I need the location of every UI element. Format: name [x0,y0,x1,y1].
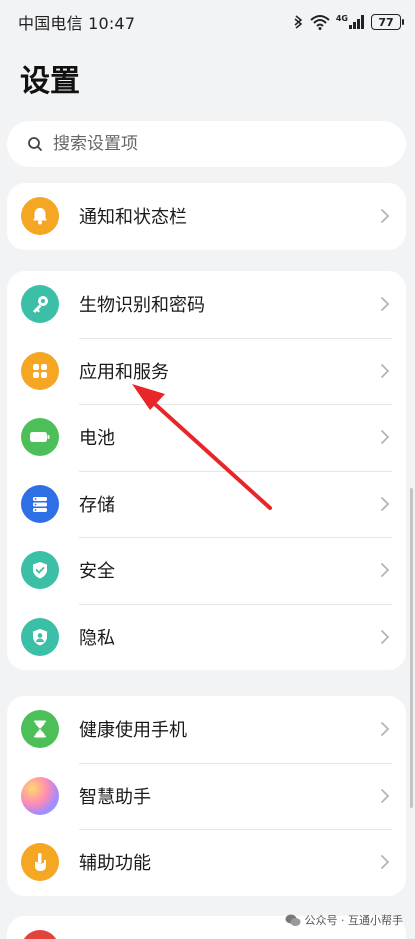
settings-item-label: 通知和状态栏 [79,207,187,229]
settings-group-assist: 健康使用手机 智慧助手 辅助功能 [7,696,406,896]
settings-item-label: 安全 [79,561,115,583]
settings-item-label: 应用和服务 [79,361,169,383]
wechat-icon [285,914,300,926]
partial-app-icon [21,930,59,939]
key-icon [21,285,59,324]
settings-item-label: 辅助功能 [79,853,151,875]
settings-item-digital-balance[interactable]: 健康使用手机 [7,696,406,763]
chevron-right-icon [381,496,390,511]
vibrate-icon [294,15,303,29]
settings-item-label: 智慧助手 [79,786,151,808]
watermark-text: 公众号 · 互通小帮手 [304,914,404,927]
chevron-right-icon [381,722,390,737]
settings-item-label: 隐私 [79,627,115,649]
shield-icon [21,551,59,590]
page-title: 设置 [20,64,80,99]
settings-item-biometrics[interactable]: 生物识别和密码 [7,271,406,338]
battery-indicator: 77 [371,14,404,30]
assistant-icon [21,776,59,815]
settings-item-privacy[interactable]: 隐私 [7,603,406,671]
signal-icon [349,15,364,29]
settings-item-label: 生物识别和密码 [79,295,205,317]
settings-group-system: 生物识别和密码 应用和服务 电池 存储 安全 隐私 [7,271,406,670]
wifi-icon [310,15,330,30]
settings-item-battery[interactable]: 电池 [7,404,406,471]
search-input[interactable] [53,134,353,154]
settings-group-notifications: 通知和状态栏 [7,183,406,250]
chevron-right-icon [381,629,390,644]
scrollbar[interactable] [410,488,413,808]
chevron-right-icon [381,430,390,445]
watermark: 公众号 · 互通小帮手 [285,912,404,928]
apps-grid-icon [21,351,59,390]
settings-item-label: 电池 [79,428,115,450]
storage-icon [21,484,59,523]
search-bar[interactable] [7,121,406,167]
bell-icon [21,197,59,236]
settings-item-security[interactable]: 安全 [7,537,406,604]
settings-item-apps-services[interactable]: 应用和服务 [7,337,406,405]
carrier-time: 中国电信 10:47 [18,14,136,33]
settings-item-accessibility[interactable]: 辅助功能 [7,829,406,896]
settings-item-smart-assistant[interactable]: 智慧助手 [7,762,406,830]
settings-item-label: 存储 [79,494,115,516]
status-icons: 4G 77 [292,14,404,30]
hourglass-icon [21,710,59,749]
chevron-right-icon [381,563,390,578]
privacy-icon [21,617,59,656]
settings-item-notifications[interactable]: 通知和状态栏 [7,183,406,250]
settings-item-label: 健康使用手机 [79,720,187,742]
battery-icon [21,418,59,457]
chevron-right-icon [381,363,390,378]
chevron-right-icon [381,297,390,312]
chevron-right-icon [381,788,390,803]
network-type: 4G [336,15,365,29]
hand-icon [21,843,59,882]
search-icon [28,137,42,151]
settings-item-storage[interactable]: 存储 [7,470,406,538]
chevron-right-icon [381,855,390,870]
chevron-right-icon [381,209,390,224]
status-bar: 中国电信 10:47 4G 77 [0,0,415,44]
